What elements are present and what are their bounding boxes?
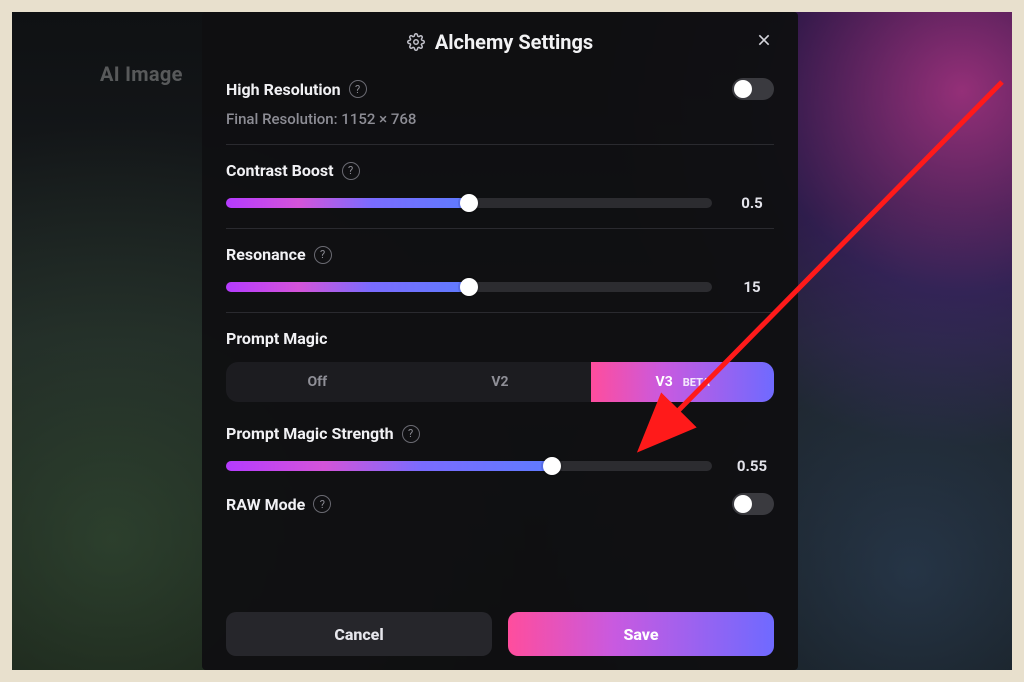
save-button[interactable]: Save xyxy=(508,612,774,656)
slider-fill xyxy=(226,282,469,292)
close-button[interactable] xyxy=(750,26,778,54)
contrast-boost-label: Contrast Boost xyxy=(226,161,334,180)
slider-thumb[interactable] xyxy=(460,278,478,296)
high-resolution-toggle[interactable] xyxy=(732,78,774,100)
prompt-magic-option-off[interactable]: Off xyxy=(226,362,409,402)
segment-label: Off xyxy=(307,374,327,390)
modal-title: Alchemy Settings xyxy=(435,30,593,54)
button-label: Cancel xyxy=(334,625,383,644)
resonance-label: Resonance xyxy=(226,245,306,264)
prompt-magic-strength-slider[interactable] xyxy=(226,461,712,471)
gear-icon xyxy=(407,33,425,51)
prompt-magic-label: Prompt Magic xyxy=(226,329,328,348)
segment-label: V2 xyxy=(491,374,508,390)
resonance-value: 15 xyxy=(730,278,774,296)
help-icon[interactable]: ? xyxy=(313,495,331,513)
high-resolution-label: High Resolution xyxy=(226,80,341,99)
section-high-resolution: High Resolution ? Final Resolution: 1152… xyxy=(226,62,774,145)
final-resolution-text: Final Resolution: 1152 × 768 xyxy=(226,110,774,128)
raw-mode-label: RAW Mode xyxy=(226,495,305,514)
beta-badge: BETA xyxy=(683,376,710,389)
slider-fill xyxy=(226,198,469,208)
button-label: Save xyxy=(623,625,658,644)
prompt-magic-strength-label: Prompt Magic Strength xyxy=(226,424,394,443)
section-prompt-magic: Prompt Magic Off V2 V3 BETA Prompt Magic… xyxy=(226,313,774,523)
toggle-knob xyxy=(734,80,752,98)
help-icon[interactable]: ? xyxy=(402,425,420,443)
raw-mode-toggle[interactable] xyxy=(732,493,774,515)
section-contrast-boost: Contrast Boost ? 0.5 xyxy=(226,145,774,229)
slider-thumb[interactable] xyxy=(460,194,478,212)
modal-footer: Cancel Save xyxy=(226,598,774,656)
slider-fill xyxy=(226,461,552,471)
help-icon[interactable]: ? xyxy=(349,80,367,98)
toggle-knob xyxy=(734,495,752,513)
segment-label: V3 xyxy=(656,374,673,390)
section-resonance: Resonance ? 15 xyxy=(226,229,774,313)
prompt-magic-strength-value: 0.55 xyxy=(730,457,774,475)
prompt-magic-segmented: Off V2 V3 BETA xyxy=(226,362,774,402)
prompt-magic-option-v2[interactable]: V2 xyxy=(409,362,592,402)
contrast-boost-value: 0.5 xyxy=(730,194,774,212)
alchemy-settings-modal: Alchemy Settings High Resolution ? Final… xyxy=(202,12,798,670)
cancel-button[interactable]: Cancel xyxy=(226,612,492,656)
prompt-magic-option-v3[interactable]: V3 BETA xyxy=(591,362,774,402)
modal-header: Alchemy Settings xyxy=(226,22,774,62)
contrast-boost-slider[interactable] xyxy=(226,198,712,208)
background-title: AI Image xyxy=(100,62,183,86)
help-icon[interactable]: ? xyxy=(342,162,360,180)
resonance-slider[interactable] xyxy=(226,282,712,292)
slider-thumb[interactable] xyxy=(543,457,561,475)
help-icon[interactable]: ? xyxy=(314,246,332,264)
